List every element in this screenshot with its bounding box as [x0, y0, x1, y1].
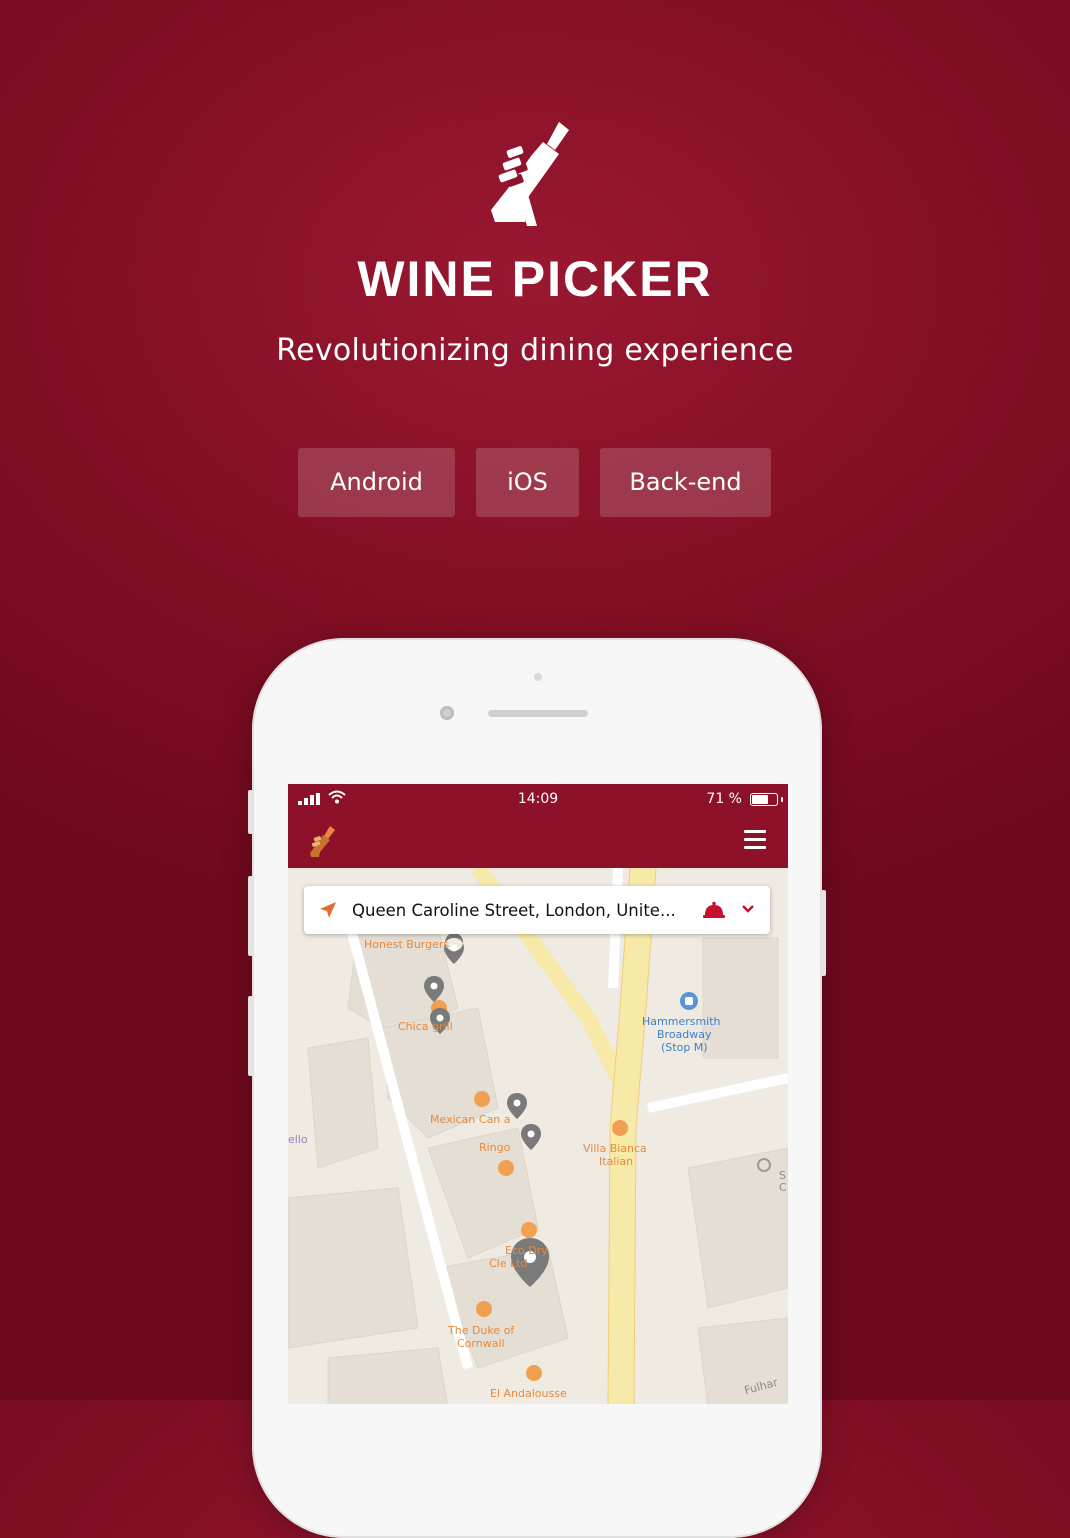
building-block	[697, 1317, 788, 1404]
restaurant-poi-icon	[612, 1120, 628, 1136]
tagline: Revolutionizing dining experience	[276, 333, 794, 368]
app-logo-icon[interactable]	[308, 824, 338, 858]
building-block	[307, 1037, 379, 1169]
navigation-arrow-icon[interactable]	[318, 900, 338, 920]
earpiece-speaker	[488, 710, 588, 717]
sensor-dot	[534, 673, 542, 681]
building-block	[702, 937, 779, 1059]
wine-bottle-hand-logo-icon	[491, 122, 569, 226]
building-block	[288, 1187, 419, 1349]
restaurant-poi-icon	[526, 1365, 542, 1381]
front-camera	[440, 706, 454, 720]
map-view[interactable]	[288, 868, 788, 1404]
cloche-icon[interactable]	[702, 900, 726, 920]
ios-button[interactable]: iOS	[476, 448, 579, 517]
volume-up-button	[248, 876, 253, 956]
location-address[interactable]: Queen Caroline Street, London, Unite...	[352, 901, 692, 920]
phone-screen: Honest Burgers Chica grill Hammersmith B…	[288, 784, 788, 1404]
battery-icon	[750, 793, 778, 806]
map-label: Villa Bianca	[583, 1142, 647, 1155]
restaurant-poi-icon	[521, 1222, 537, 1238]
back-end-button[interactable]: Back-end	[600, 448, 771, 517]
map-label: Chica grill	[398, 1020, 453, 1033]
app-bar	[288, 814, 788, 868]
map-label: Hammersmith	[642, 1015, 721, 1028]
silent-switch	[248, 790, 253, 834]
map-label: The Duke of	[448, 1324, 515, 1337]
location-search-bar[interactable]: Queen Caroline Street, London, Unite...	[304, 886, 770, 934]
battery-level	[752, 795, 768, 804]
restaurant-poi-icon	[474, 1091, 490, 1107]
map-label: Italian	[599, 1155, 634, 1168]
volume-down-button	[248, 996, 253, 1076]
map-label: El Andalousse	[490, 1387, 567, 1400]
android-button[interactable]: Android	[298, 448, 455, 517]
power-button	[821, 890, 826, 976]
map-label: Cle Ltd	[489, 1257, 528, 1270]
map-label: Eco Dry	[505, 1244, 548, 1257]
menu-icon[interactable]	[744, 830, 766, 850]
chevron-down-icon[interactable]	[740, 902, 756, 916]
battery-percentage: 71 %	[706, 791, 742, 807]
map-label: Broadway	[657, 1028, 712, 1041]
brand-title: WINE PICKER	[357, 251, 713, 307]
building-block	[327, 1347, 448, 1404]
status-bar: 14:09 71 %	[288, 784, 788, 814]
restaurant-poi-icon	[476, 1301, 492, 1317]
map-label: ello	[288, 1133, 308, 1146]
map-label: Ringo	[479, 1141, 511, 1154]
map-label: Mexican Can a	[430, 1113, 511, 1126]
map-label: C	[779, 1181, 787, 1194]
battery-tip	[781, 797, 783, 802]
map-label: Honest Burgers	[364, 938, 450, 951]
restaurant-poi-icon	[498, 1160, 514, 1176]
map-label: Cornwall	[457, 1337, 505, 1350]
map-label: (Stop M)	[661, 1041, 708, 1054]
